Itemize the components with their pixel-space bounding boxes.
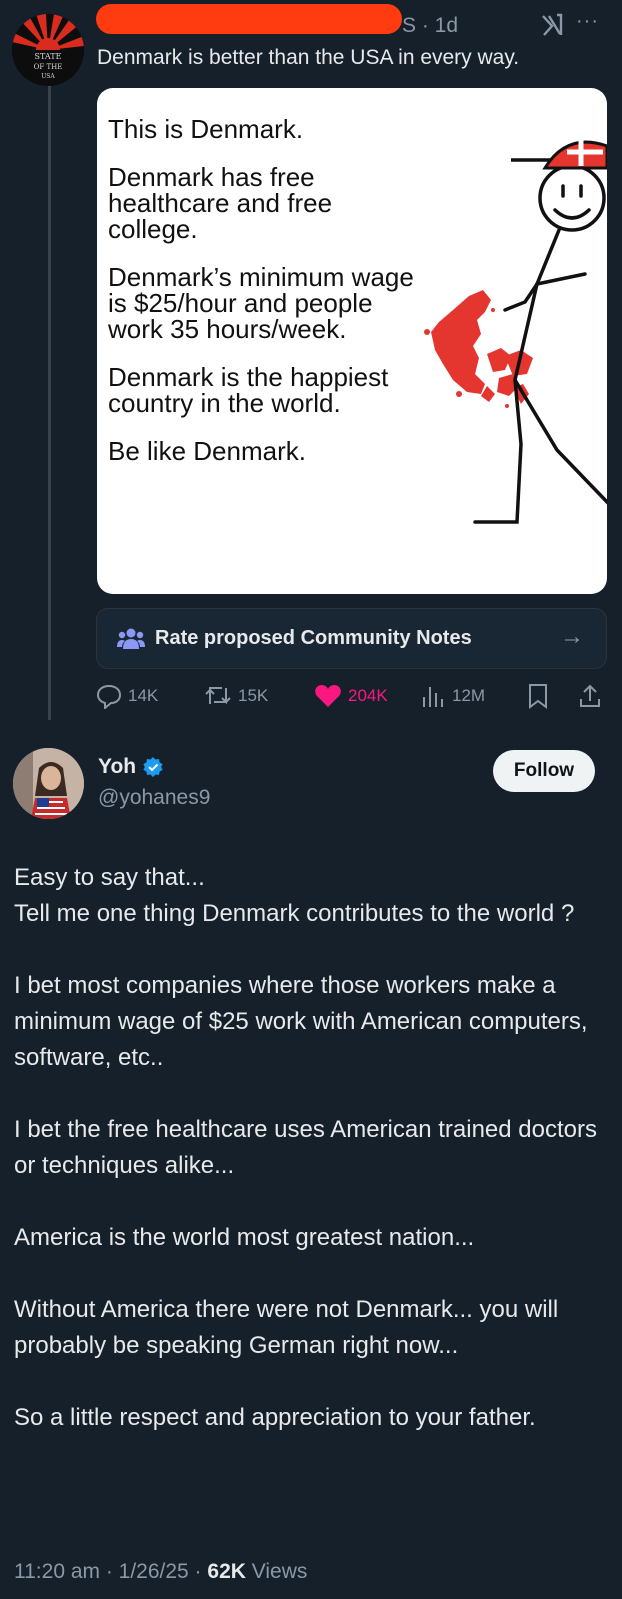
avatar-line-3: USA <box>41 73 55 80</box>
reply-author-name[interactable]: Yoh <box>98 755 164 779</box>
views-button[interactable]: 12M <box>420 682 485 710</box>
reply-author-name-text: Yoh <box>98 755 137 778</box>
grok-icon[interactable] <box>540 12 566 45</box>
reply-paragraph: I bet most companies where those workers… <box>14 972 588 1071</box>
reply-icon <box>96 684 122 709</box>
like-icon <box>315 685 341 707</box>
thread-connector <box>48 84 51 720</box>
reply-views-label: Views <box>245 1560 308 1583</box>
reply-paragraph: Easy to say that... Tell me one thing De… <box>14 864 575 927</box>
views-icon <box>423 687 443 707</box>
reply-paragraph: So a little respect and appreciation to … <box>14 1404 536 1431</box>
reply-button[interactable]: 14K <box>96 682 158 710</box>
reply-timestamp[interactable]: 11:20 am · 1/26/25 · <box>14 1560 207 1583</box>
bookmark-icon <box>529 684 547 709</box>
share-button[interactable] <box>578 682 608 710</box>
reply-views-count: 62K <box>207 1560 246 1583</box>
avatar-line-2: OF THE <box>34 63 63 71</box>
tweet-text: Denmark is better than the USA in every … <box>97 46 520 69</box>
like-count: 204K <box>348 686 388 705</box>
more-icon[interactable]: ··· <box>576 10 599 33</box>
community-notes-banner[interactable]: Rate proposed Community Notes → <box>96 608 607 669</box>
danish-cap <box>511 140 607 170</box>
reply-paragraph: Without America there were not Denmark..… <box>14 1296 559 1359</box>
verified-badge-icon <box>142 756 164 778</box>
share-icon <box>580 684 600 707</box>
repost-count: 15K <box>238 686 269 705</box>
reply-body: Easy to say that... Tell me one thing De… <box>14 860 614 1472</box>
author-avatar[interactable]: STATE OF THE USA <box>12 14 84 86</box>
arrow-right-icon: → <box>560 623 584 650</box>
community-notes-label: Rate proposed Community Notes <box>155 627 472 649</box>
repost-icon <box>205 687 231 705</box>
reply-paragraph: America is the world most greatest natio… <box>14 1224 475 1251</box>
avatar-line-1: STATE <box>35 52 62 61</box>
bookmark-button[interactable] <box>526 682 556 710</box>
redacted-username <box>96 4 402 34</box>
reply-author-handle[interactable]: @yohanes9 <box>98 786 210 810</box>
stick-figure <box>473 164 607 524</box>
community-notes-icon <box>117 627 145 656</box>
reply-author-avatar[interactable] <box>13 748 84 819</box>
like-button[interactable]: 204K <box>314 682 388 710</box>
reply-count: 14K <box>128 686 159 705</box>
tweet-timestamp[interactable]: S · 1d <box>402 14 458 38</box>
follow-button[interactable]: Follow <box>493 750 595 792</box>
reply-metadata: 11:20 am · 1/26/25 · 62K Views <box>14 1560 307 1584</box>
tweet-image[interactable]: This is Denmark. Denmark has free health… <box>97 88 607 594</box>
views-count: 12M <box>452 686 486 705</box>
repost-button[interactable]: 15K <box>204 682 268 710</box>
reply-paragraph: I bet the free healthcare uses American … <box>14 1116 597 1179</box>
